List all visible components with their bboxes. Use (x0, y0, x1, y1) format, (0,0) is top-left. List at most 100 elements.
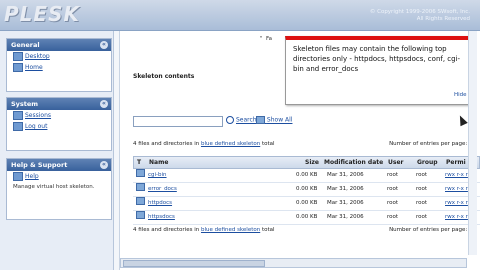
system-panel-title: System « (7, 98, 111, 110)
sidebar-item-desktop[interactable]: Desktop (7, 51, 111, 62)
file-date: Mar 31, 2006 (327, 214, 364, 220)
column-modification-date[interactable]: Modification date (324, 157, 383, 168)
show-all-icon (256, 116, 265, 124)
general-panel-title: General « (7, 39, 111, 51)
sidebar-item-sessions[interactable]: Sessions (7, 110, 111, 121)
file-table: T Name Size Modification date User Group… (133, 156, 480, 225)
scroll-thumb[interactable] (123, 260, 265, 267)
summary-suffix: total (261, 227, 275, 233)
sessions-icon (13, 111, 23, 120)
column-name[interactable]: Name (149, 157, 168, 168)
column-type[interactable]: T (137, 157, 141, 168)
file-size: 0.00 KB (296, 186, 318, 192)
table-row[interactable]: httpsdocs 0.00 KB Mar 31, 2006 root root… (133, 211, 480, 225)
sidebar-item-label: Home (25, 64, 43, 71)
sidebar-item-label: Sessions (25, 112, 52, 119)
help-icon (13, 172, 23, 181)
collapse-icon[interactable]: « (100, 161, 108, 169)
skeleton-link[interactable]: blue defined skeleton (201, 141, 260, 147)
tooltip-text: Skeleton files may contain the following… (293, 45, 461, 73)
folder-icon (136, 197, 145, 205)
toolbar-fragment: " Fa (260, 36, 273, 42)
hide-help-link[interactable]: Hide (454, 92, 467, 98)
general-title: General (11, 41, 40, 49)
file-size: 0.00 KB (296, 200, 318, 206)
column-size[interactable]: Size (305, 157, 319, 168)
entries-per-page-top: Number of entries per page: 10 (389, 141, 476, 147)
sidebar-item-logout[interactable]: Log out (7, 121, 111, 132)
table-row[interactable]: httpdocs 0.00 KB Mar 31, 2006 root root … (133, 197, 480, 211)
file-permissions[interactable]: rwx r-x r (445, 183, 468, 196)
sidebar: General « Desktop Home System « Sessions L… (0, 31, 114, 270)
file-name[interactable]: httpdocs (148, 197, 172, 210)
collapse-icon[interactable]: « (100, 100, 108, 108)
file-user: root (387, 200, 399, 206)
file-name[interactable]: httpsdocs (148, 211, 175, 224)
entries-per-page-bottom: Number of entries per page: 10 (389, 227, 476, 233)
file-size: 0.00 KB (296, 172, 318, 178)
table-row[interactable]: error_docs 0.00 KB Mar 31, 2006 root roo… (133, 183, 480, 197)
copyright-text: © Copyright 1999-2006 SWsoft, Inc. All R… (370, 9, 470, 23)
summary-prefix: 4 files and directories in (133, 227, 200, 233)
summary-prefix: 4 files and directories in (133, 141, 200, 147)
table-header: T Name Size Modification date User Group… (133, 156, 480, 169)
horizontal-scrollbar[interactable] (120, 258, 467, 268)
column-user[interactable]: User (388, 157, 403, 168)
sidebar-item-label: Log out (25, 123, 48, 130)
file-group: root (416, 186, 428, 192)
help-panel: Help & Support « Help Manage virtual host… (6, 158, 112, 220)
summary-top: 4 files and directories in blue defined … (133, 141, 275, 147)
file-permissions[interactable]: rwx r-x r (445, 169, 468, 182)
folder-icon (136, 169, 145, 177)
search-button[interactable]: Search (226, 116, 257, 124)
summary-bottom: 4 files and directories in blue defined … (133, 227, 275, 233)
folder-icon (136, 183, 145, 191)
help-title: Help & Support (11, 161, 68, 169)
file-group: root (416, 200, 428, 206)
search-icon (226, 116, 234, 124)
copyright-line-2: All Rights Reserved (416, 16, 470, 22)
file-user: root (387, 186, 399, 192)
file-date: Mar 31, 2006 (327, 200, 364, 206)
perpage-label: Number of entries per page: (389, 227, 468, 233)
header-bar: PLESK © Copyright 1999-2006 SWsoft, Inc.… (0, 0, 480, 31)
file-date: Mar 31, 2006 (327, 186, 364, 192)
system-title: System (11, 100, 39, 108)
file-name[interactable]: cgi-bin (148, 169, 167, 182)
help-panel-title: Help & Support « (7, 159, 111, 171)
table-row[interactable]: cgi-bin 0.00 KB Mar 31, 2006 root root r… (133, 169, 480, 183)
help-note: Manage virtual host skeleton. (13, 184, 95, 190)
home-icon (13, 63, 23, 72)
column-group[interactable]: Group (417, 157, 438, 168)
search-label: Search (236, 116, 257, 124)
general-panel: General « Desktop Home (6, 38, 112, 92)
file-user: root (387, 172, 399, 178)
system-panel: System « Sessions Log out (6, 97, 112, 151)
logout-icon (13, 122, 23, 131)
file-user: root (387, 214, 399, 220)
sidebar-item-help[interactable]: Help (7, 171, 111, 182)
desktop-icon (13, 52, 23, 61)
search-input[interactable] (133, 116, 223, 127)
sidebar-item-label: Help (25, 173, 39, 180)
section-title: Skeleton contents (133, 73, 195, 80)
perpage-label: Number of entries per page: (389, 141, 468, 147)
file-name[interactable]: error_docs (148, 183, 177, 196)
sidebar-item-home[interactable]: Home (7, 62, 111, 73)
plesk-logo: PLESK (4, 2, 80, 26)
file-permissions[interactable]: rwx r-x r (445, 211, 468, 224)
sidebar-item-label: Desktop (25, 53, 50, 60)
skeleton-link[interactable]: blue defined skeleton (201, 227, 260, 233)
help-tooltip: Skeleton files may contain the following… (285, 36, 469, 105)
file-size: 0.00 KB (296, 214, 318, 220)
copyright-line-1: © Copyright 1999-2006 SWsoft, Inc. (369, 9, 470, 15)
show-all-button[interactable]: Show All (256, 116, 292, 124)
file-group: root (416, 214, 428, 220)
column-permissions[interactable]: Permi (446, 157, 466, 168)
file-permissions[interactable]: rwx r-x r (445, 197, 468, 210)
vertical-scrollbar[interactable] (468, 31, 477, 255)
show-all-label: Show All (266, 116, 293, 124)
file-group: root (416, 172, 428, 178)
folder-icon (136, 211, 145, 219)
collapse-icon[interactable]: « (100, 41, 108, 49)
